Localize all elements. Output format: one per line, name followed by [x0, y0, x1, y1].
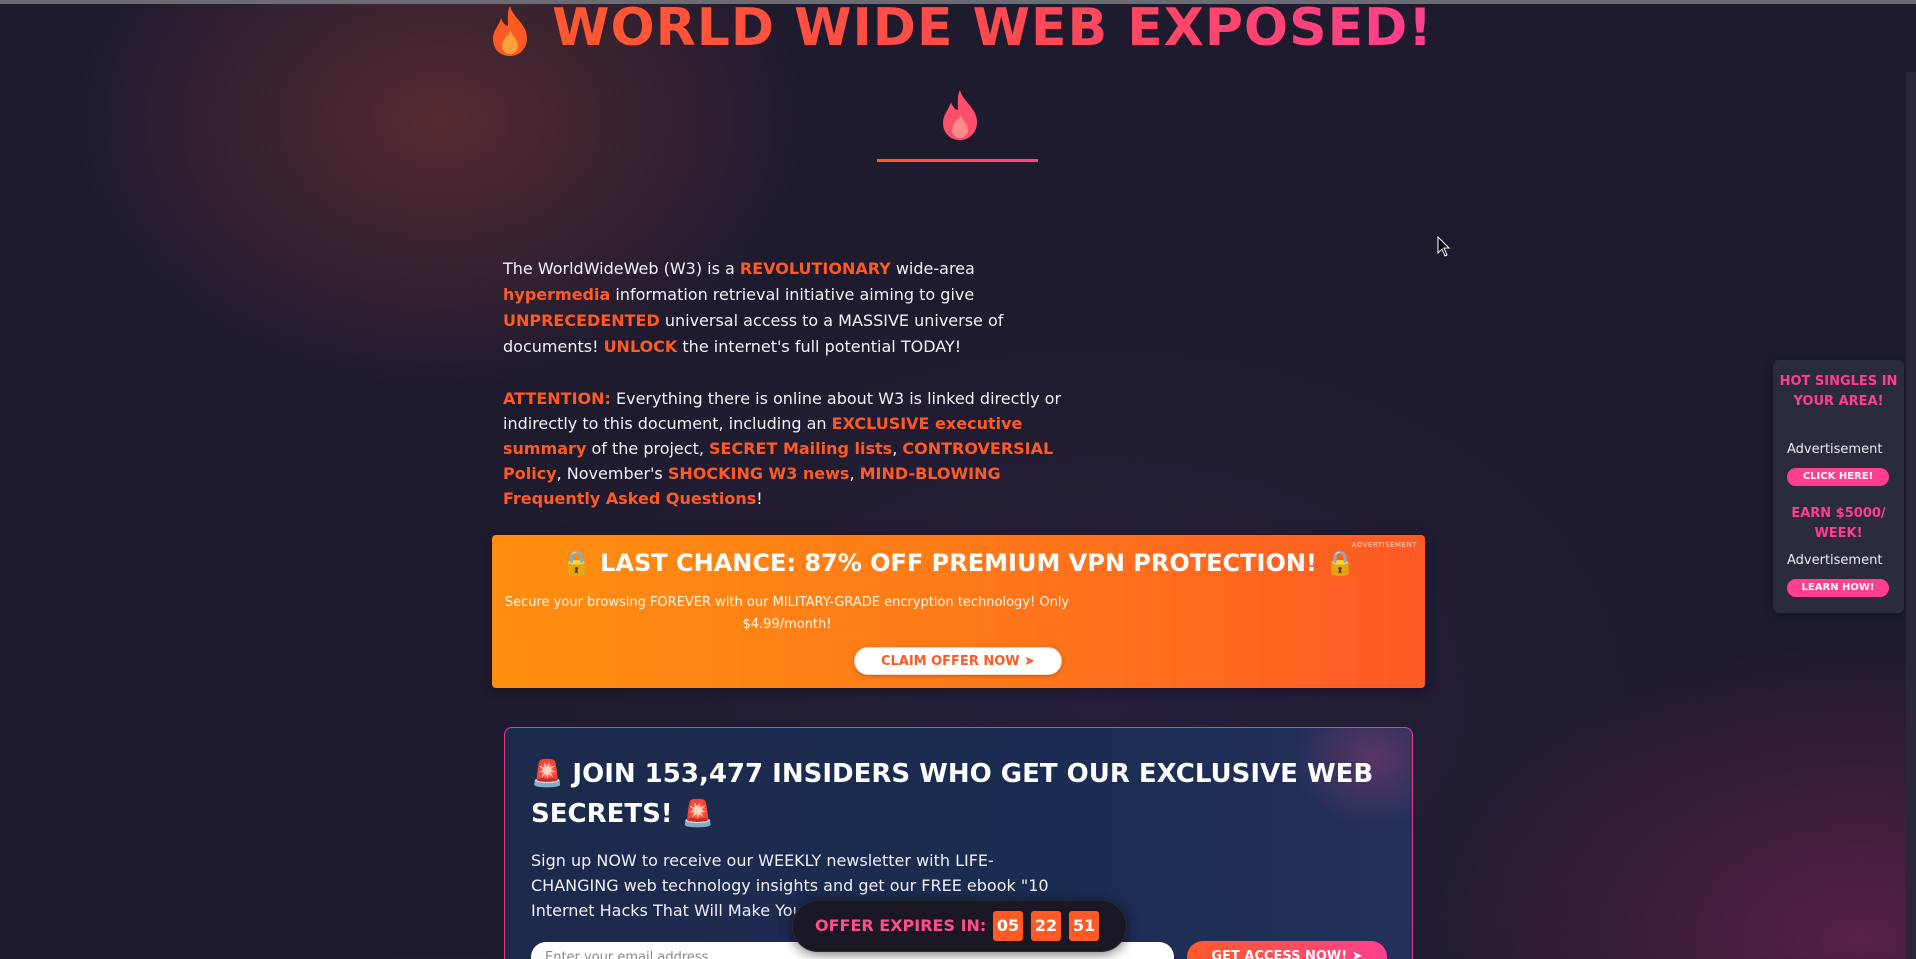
newsletter-title: 🚨 JOIN 153,477 INSIDERS WHO GET OUR EXCL…	[531, 759, 1374, 829]
fire-icon	[487, 0, 552, 58]
ad-tag: ADVERTISEMENT	[1351, 541, 1417, 549]
side-ad-label: Advertisement	[1787, 442, 1883, 457]
text: !	[756, 489, 763, 508]
vpn-ad-banner[interactable]: ADVERTISEMENT 🔒 LAST CHANCE: 87% OFF PRE…	[492, 535, 1425, 688]
highlight: UNLOCK	[603, 337, 678, 356]
get-access-button[interactable]: GET ACCESS NOW! ➤	[1187, 941, 1387, 959]
text: The WorldWideWeb (W3) is a	[503, 259, 740, 278]
text: information retrieval initiative aiming …	[610, 285, 975, 304]
claim-offer-button[interactable]: CLAIM OFFER NOW ➤	[854, 647, 1062, 675]
side-ad-title: EARN $5000/ WEEK!	[1791, 506, 1886, 541]
attention-paragraph: ATTENTION: Everything there is online ab…	[503, 386, 1063, 511]
intro-paragraph: The WorldWideWeb (W3) is a REVOLUTIONARY…	[503, 256, 1063, 360]
text: , November's	[556, 464, 668, 483]
intro-text: The WorldWideWeb (W3) is a REVOLUTIONARY…	[503, 256, 1063, 537]
learn-how-button[interactable]: LEARN HOW!	[1787, 579, 1889, 597]
link-mailing-lists[interactable]: SECRET Mailing lists	[709, 439, 892, 458]
link-w3-news[interactable]: SHOCKING W3 news	[668, 464, 850, 483]
countdown-seconds: 51	[1069, 911, 1099, 941]
text: of the project,	[586, 439, 710, 458]
highlight: UNPRECEDENTED	[503, 311, 660, 330]
countdown-hours: 05	[993, 911, 1023, 941]
highlight: REVOLUTIONARY	[739, 259, 891, 278]
mouse-cursor-icon	[1437, 236, 1451, 257]
text: ,	[892, 439, 903, 458]
sidebar-ads: HOT SINGLES IN YOUR AREA! Advertisement …	[1773, 360, 1904, 613]
text: ,	[849, 464, 860, 483]
ad-subtext: Secure your browsing FOREVER with our MI…	[504, 595, 1070, 632]
title-underline	[877, 159, 1038, 162]
highlight: ATTENTION:	[503, 389, 611, 408]
fire-icon	[937, 82, 983, 142]
text: wide-area	[890, 259, 975, 278]
page-title-text: WORLD WIDE WEB EXPOSED!	[552, 0, 1433, 58]
click-here-button[interactable]: CLICK HERE!	[1787, 468, 1889, 486]
side-ad-label: Advertisement	[1787, 553, 1883, 568]
side-ad-title: HOT SINGLES IN YOUR AREA!	[1779, 374, 1898, 409]
countdown-label: OFFER EXPIRES IN:	[815, 916, 987, 935]
highlight: hypermedia	[503, 285, 611, 304]
offer-countdown: OFFER EXPIRES IN: 05 22 51	[792, 900, 1127, 952]
ad-headline: 🔒 LAST CHANCE: 87% OFF PREMIUM VPN PROTE…	[561, 549, 1356, 577]
page-title: WORLD WIDE WEB EXPOSED!	[470, 0, 1450, 154]
text: the internet's full potential TODAY!	[677, 337, 962, 356]
scrollbar[interactable]	[1906, 72, 1916, 959]
countdown-minutes: 22	[1031, 911, 1061, 941]
